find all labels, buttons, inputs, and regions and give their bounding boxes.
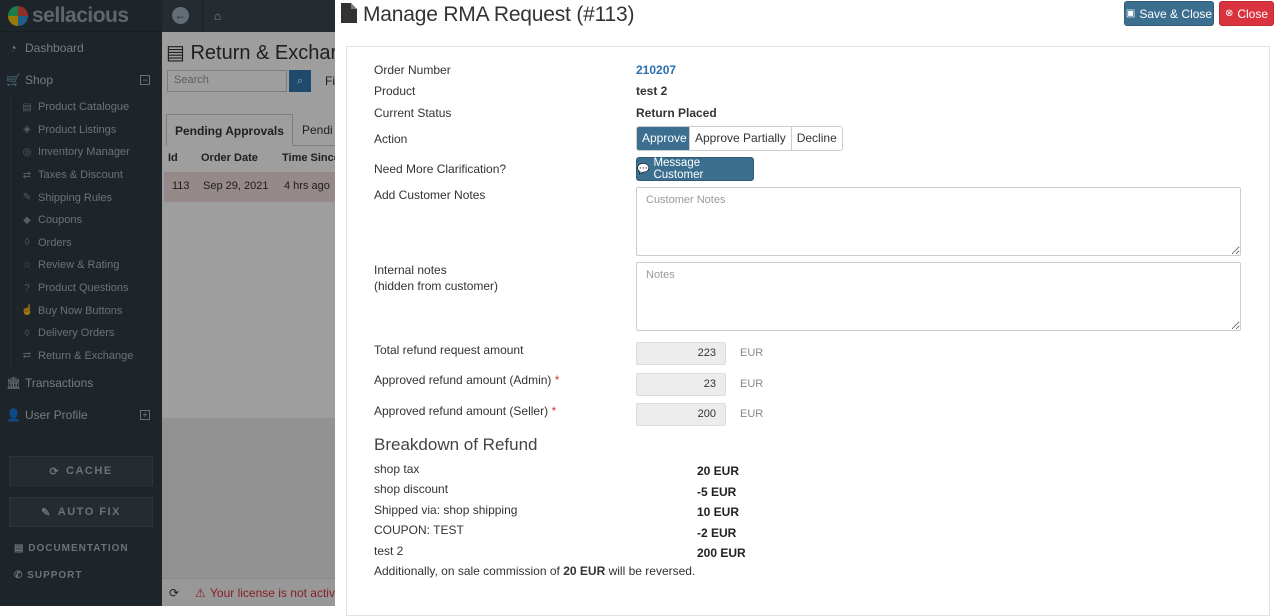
file-icon — [341, 3, 357, 23]
breakdown-item-value: 10 EUR — [697, 505, 740, 519]
floppy-icon: ▣ — [1125, 8, 1136, 19]
close-button[interactable]: ⊗ Close — [1219, 1, 1274, 26]
breakdown-item-label: Shipped via: shop shipping — [374, 503, 518, 517]
approve-partially-option[interactable]: Approve Partially — [689, 127, 791, 150]
product-label: Product — [374, 84, 416, 98]
comment-icon: 💬 — [637, 163, 650, 175]
approve-option[interactable]: Approve — [637, 127, 689, 150]
status-label: Current Status — [374, 106, 452, 120]
status-value: Return Placed — [636, 106, 717, 120]
breakdown-item-label: shop tax — [374, 462, 420, 476]
action-selector: Approve Approve Partially Decline — [636, 126, 843, 151]
breakdown-item-value: 20 EUR — [697, 464, 740, 478]
total-refund-label: Total refund request amount — [374, 343, 524, 357]
decline-option[interactable]: Decline — [790, 127, 842, 150]
breakdown-item-label: COUPON: TEST — [374, 523, 464, 537]
commission-note: Additionally, on sale commission of 20 E… — [374, 564, 696, 578]
seller-refund-label: Approved refund amount (Seller) * — [374, 404, 557, 418]
breakdown-item-value: 200 EUR — [697, 546, 746, 560]
currency-label: EUR — [740, 347, 764, 359]
commission-amount: 20 EUR — [563, 564, 606, 578]
breakdown-item-label: shop discount — [374, 482, 449, 496]
message-customer-button[interactable]: 💬 Message Customer — [636, 157, 754, 181]
save-close-button[interactable]: ▣ Save & Close — [1124, 1, 1214, 26]
breakdown-title: Breakdown of Refund — [374, 435, 538, 454]
breakdown-item-value: -5 EUR — [697, 485, 737, 499]
internal-notes-field[interactable] — [636, 262, 1241, 331]
order-number-label: Order Number — [374, 63, 451, 77]
internal-notes-label: Internal notes — [374, 263, 447, 277]
rma-modal: Manage RMA Request (#113) ▣ Save & Close… — [335, 0, 1280, 616]
required-mark: * — [554, 373, 560, 387]
required-mark: * — [551, 404, 557, 418]
modal-title: Manage RMA Request (#113) — [363, 3, 635, 26]
customer-notes-label: Add Customer Notes — [374, 188, 486, 202]
rma-form: Order Number 210207 Product test 2 Curre… — [346, 46, 1270, 616]
currency-label: EUR — [740, 378, 764, 390]
clarification-label: Need More Clarification? — [374, 162, 507, 176]
currency-label: EUR — [740, 408, 764, 420]
admin-refund-label: Approved refund amount (Admin) * — [374, 373, 560, 387]
order-number-link[interactable]: 210207 — [636, 63, 676, 77]
admin-refund-field[interactable]: 23 — [636, 373, 726, 396]
seller-refund-field[interactable]: 200 — [636, 403, 726, 426]
customer-notes-field[interactable] — [636, 187, 1241, 256]
close-icon: ⊗ — [1224, 8, 1234, 19]
breakdown-item-label: test 2 — [374, 544, 404, 558]
breakdown-item-value: -2 EUR — [697, 526, 737, 540]
internal-notes-sublabel: (hidden from customer) — [374, 279, 499, 293]
action-label: Action — [374, 132, 408, 146]
product-value: test 2 — [636, 84, 668, 98]
total-refund-field: 223 — [636, 342, 726, 365]
